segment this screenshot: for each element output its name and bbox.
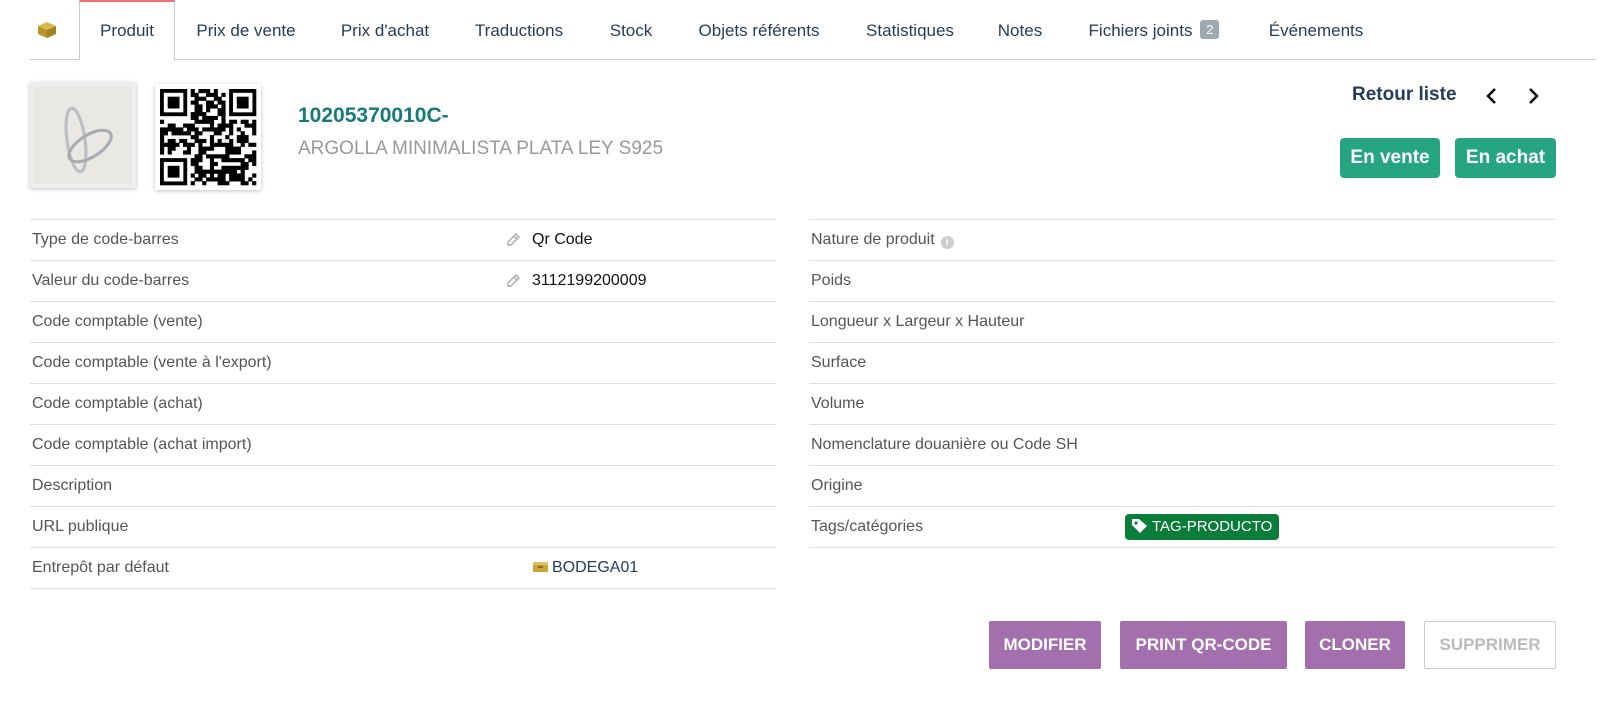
product-box-icon — [38, 21, 56, 38]
field-row-public-url: URL publique — [30, 507, 776, 548]
attachments-count-badge: 2 — [1200, 20, 1220, 39]
field-label-text: Nature de produit — [811, 231, 935, 248]
field-label: Code comptable (vente à l'export) — [32, 354, 272, 371]
field-label: Tags/catégories — [811, 518, 924, 535]
field-row-barcode-type: Type de code-barres Qr Code — [30, 220, 776, 261]
field-label: Code comptable (achat) — [32, 395, 203, 412]
tab-evenements[interactable]: Événements — [1260, 0, 1372, 59]
barcode-type-value: Qr Code — [532, 231, 593, 248]
pencil-edit-icon[interactable] — [505, 273, 521, 289]
info-icon[interactable]: i — [940, 236, 954, 249]
tab-prix-de-vente[interactable]: Prix de vente — [188, 0, 304, 59]
field-row-barcode-value: Valeur du code-barres 3112199200009 — [30, 261, 776, 302]
field-row-surface: Surface — [809, 343, 1555, 384]
warehouse-link[interactable]: BODEGA01 — [532, 559, 638, 577]
field-label: Volume — [811, 395, 865, 412]
field-row-description: Description — [30, 466, 776, 507]
tab-objets-referents[interactable]: Objets référents — [689, 0, 829, 59]
tab-fichiers-joints-label: Fichiers joints — [1088, 21, 1193, 40]
category-tag-label: TAG-PRODUCTO — [1152, 518, 1273, 535]
field-label: Nature de produit i — [811, 231, 954, 249]
field-row-customs-code: Nomenclature douanière ou Code SH — [809, 425, 1555, 466]
field-label: Longueur x Largeur x Hauteur — [811, 313, 1025, 330]
field-row-weight: Poids — [809, 261, 1555, 302]
category-tag[interactable]: TAG-PRODUCTO — [1125, 514, 1280, 540]
tab-statistiques[interactable]: Statistiques — [858, 0, 962, 59]
field-row-accounting-sell-export: Code comptable (vente à l'export) — [30, 343, 776, 384]
field-row-accounting-sell: Code comptable (vente) — [30, 302, 776, 343]
field-row-origin: Origine — [809, 466, 1555, 507]
tab-stock[interactable]: Stock — [603, 0, 659, 59]
field-row-default-warehouse: Entrepôt par défaut BODEGA01 — [30, 548, 776, 589]
tab-notes[interactable]: Notes — [992, 0, 1048, 59]
tag-icon — [1132, 519, 1147, 533]
product-card-tab[interactable] — [30, 0, 64, 59]
field-label: Code comptable (vente) — [32, 313, 203, 330]
field-label: Type de code-barres — [32, 231, 179, 248]
field-label: Poids — [811, 272, 852, 289]
field-row-dimensions: Longueur x Largeur x Hauteur — [809, 302, 1555, 343]
field-label: Valeur du code-barres — [32, 272, 190, 289]
field-label: URL publique — [32, 518, 129, 535]
barcode-value: 3112199200009 — [532, 272, 647, 289]
warehouse-name: BODEGA01 — [552, 559, 639, 576]
status-buy-badge[interactable]: En achat — [1455, 138, 1556, 178]
delete-button: SUPPRIMER — [1424, 621, 1556, 669]
print-qr-code-button[interactable]: PRINT QR-CODE — [1120, 621, 1287, 669]
field-row-accounting-buy-import: Code comptable (achat import) — [30, 425, 776, 466]
tab-produit[interactable]: Produit — [79, 0, 175, 61]
chevron-left-icon[interactable] — [1482, 86, 1502, 106]
tab-fichiers-joints[interactable]: Fichiers joints 2 — [1080, 0, 1228, 59]
qr-code-image — [155, 84, 261, 190]
tab-traductions[interactable]: Traductions — [467, 0, 571, 59]
modify-button[interactable]: MODIFIER — [989, 621, 1101, 669]
clone-button[interactable]: CLONER — [1305, 621, 1405, 669]
field-row-accounting-buy: Code comptable (achat) — [30, 384, 776, 425]
ring-earring-image — [34, 86, 132, 184]
chevron-right-icon[interactable] — [1523, 86, 1543, 106]
field-row-product-nature: Nature de produit i — [809, 220, 1555, 261]
back-to-list-link[interactable]: Retour liste — [1352, 84, 1457, 106]
warehouse-box-icon — [533, 562, 548, 572]
field-row-volume: Volume — [809, 384, 1555, 425]
product-label: ARGOLLA MINIMALISTA PLATA LEY S925 — [298, 138, 664, 159]
right-fields-table: Nature de produit i Poids Longueur x Larg… — [809, 219, 1555, 548]
left-fields-table: Type de code-barres Qr Code Valeur du co… — [30, 219, 776, 589]
tab-prix-d-achat[interactable]: Prix d'achat — [332, 0, 438, 59]
field-row-tags: Tags/catégories TAG-PRODUCTO — [809, 507, 1555, 548]
field-label: Entrepôt par défaut — [32, 559, 169, 576]
field-label: Origine — [811, 477, 863, 494]
product-ref: 10205370010C- — [298, 104, 449, 127]
tab-bar: Produit Prix de vente Prix d'achat Tradu… — [30, 0, 1596, 61]
product-photo[interactable] — [30, 82, 136, 188]
status-sell-badge[interactable]: En vente — [1340, 138, 1440, 178]
field-label: Description — [32, 477, 113, 494]
field-label: Nomenclature douanière ou Code SH — [811, 436, 1078, 453]
pencil-edit-icon[interactable] — [505, 232, 521, 248]
field-label: Code comptable (achat import) — [32, 436, 252, 453]
field-label: Surface — [811, 354, 867, 371]
